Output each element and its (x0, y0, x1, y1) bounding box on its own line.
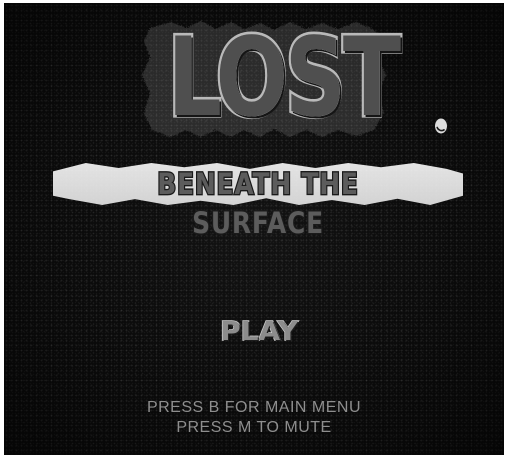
play-button[interactable]: PLAY (205, 315, 313, 349)
mute-hint: PRESS M TO MUTE (176, 419, 332, 436)
controls-hint: PRESS B FOR MAIN MENU PRESS M TO MUTE (4, 398, 504, 438)
game-title-logo: LOST (136, 12, 403, 144)
main-menu-hint: PRESS B FOR MAIN MENU (146, 399, 362, 416)
title-main-text: LOST (165, 12, 403, 142)
white-egg-icon (435, 118, 447, 134)
game-subtitle: BENEATH THE SURFACE (156, 165, 359, 241)
game-screen: LOST BENEATH THE SURFACE PLAY PRESS B FO… (4, 3, 504, 455)
